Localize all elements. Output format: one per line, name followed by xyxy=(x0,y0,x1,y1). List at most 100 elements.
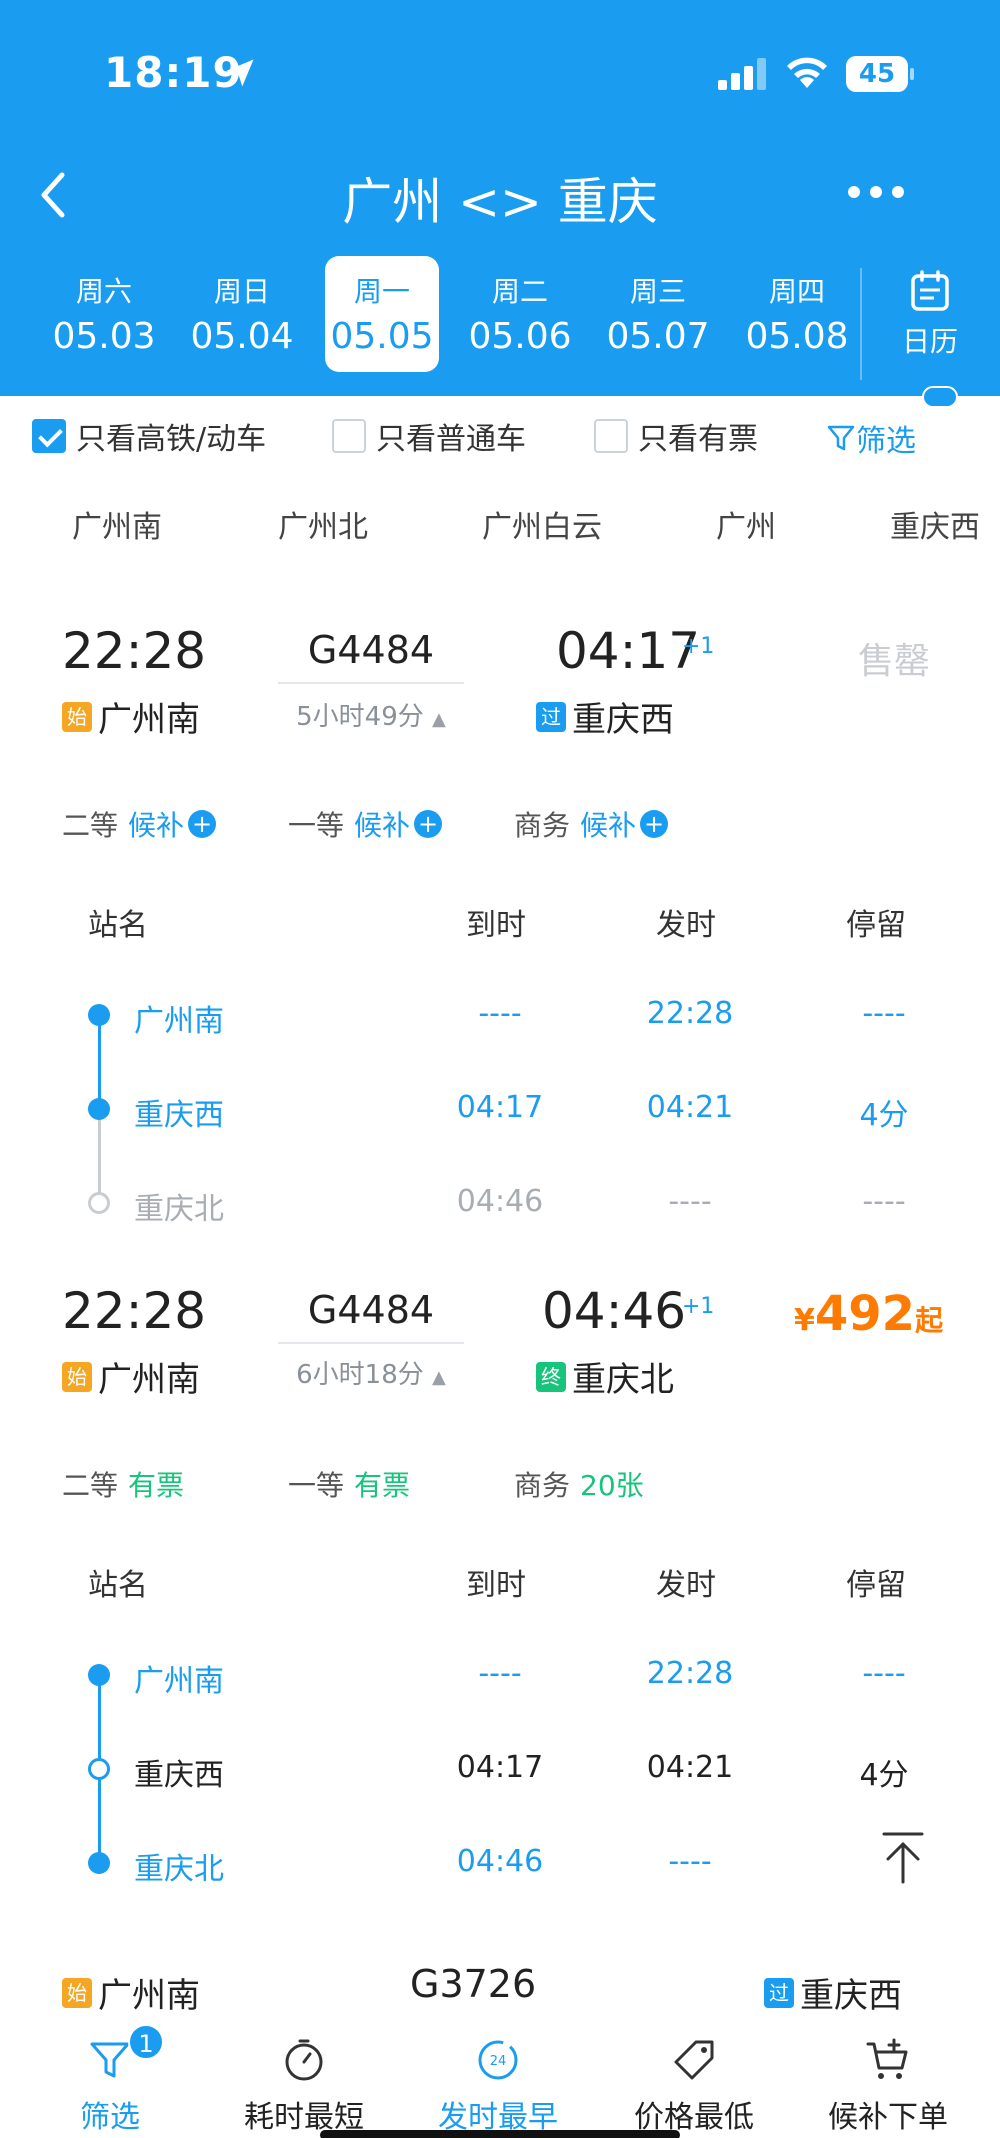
station-chip[interactable]: 广州 xyxy=(716,502,776,546)
wifi-icon xyxy=(787,57,827,88)
calendar-label: 日历 xyxy=(901,325,958,358)
date-tab[interactable]: 周日 05.04 xyxy=(185,256,299,372)
day-offset: +1 xyxy=(682,1294,715,1319)
sort-earliest-tab[interactable]: 24 发时最早 xyxy=(398,2010,598,2138)
calendar-icon xyxy=(911,270,949,311)
duration[interactable]: 6小时18分 ▲ xyxy=(278,1354,464,1391)
seat-availability: 二等 有票 一等 有票 商务 20张 xyxy=(62,1464,962,1504)
date-tab-date: 05.06 xyxy=(468,316,572,357)
date-tab-selected[interactable]: 周一 05.05 xyxy=(325,256,439,372)
stop-name: 广州南 xyxy=(134,1004,224,1039)
departure-time: 22:28 xyxy=(62,1282,207,1340)
pass-tag: 过 xyxy=(536,701,566,732)
stops-table-header: 站名 到时 发时 停留 xyxy=(0,1560,1000,1610)
screen-filter-button[interactable]: 筛选 xyxy=(826,416,916,460)
price-amount: 492 xyxy=(814,1286,916,1342)
plus-circle-icon[interactable]: + xyxy=(414,810,443,838)
origin-station-name: 广州南 xyxy=(98,700,200,740)
seat-class-name: 商务 xyxy=(514,809,571,842)
price-currency: ¥ xyxy=(794,1303,815,1338)
high-speed-only-checkbox[interactable]: 只看高铁/动车 xyxy=(32,416,266,457)
train-card[interactable]: 始 广州南 G3726 过 重庆西 xyxy=(0,1962,1000,2016)
stop-name: 重庆北 xyxy=(134,1192,224,1227)
waitlist-order-tab[interactable]: 候补下单 xyxy=(788,2010,988,2138)
seat-status: 候补 xyxy=(128,809,185,842)
seat-status: 有票 xyxy=(128,1469,185,1502)
seat-status: 20张 xyxy=(580,1469,644,1502)
plus-circle-icon[interactable]: + xyxy=(188,810,217,838)
filter-count-badge: 1 xyxy=(128,2024,164,2060)
station-chip[interactable]: 广州白云 xyxy=(482,502,602,546)
date-tab-date: 05.03 xyxy=(52,316,156,357)
battery-percent: 45 xyxy=(858,59,896,89)
stop-stay: 4分 xyxy=(859,1758,909,1793)
stop-stay: ---- xyxy=(862,1184,906,1219)
more-options-button[interactable] xyxy=(848,180,904,204)
departure-time: 22:28 xyxy=(62,622,207,680)
stop-depart: 04:21 xyxy=(646,1750,734,1785)
dot xyxy=(848,186,860,198)
train-number: G4484 xyxy=(307,628,435,672)
date-tab-date: 05.04 xyxy=(190,316,294,357)
price-tag-icon xyxy=(674,2040,714,2080)
seat-class[interactable]: 二等 有票 xyxy=(62,1464,184,1504)
station-chip[interactable]: 重庆西 xyxy=(890,502,980,546)
seat-class[interactable]: 一等 有票 xyxy=(288,1464,410,1504)
normal-train-only-checkbox[interactable]: 只看普通车 xyxy=(332,416,526,457)
back-to-top-icon[interactable] xyxy=(878,1828,928,1888)
date-tab[interactable]: 周六 05.03 xyxy=(47,256,161,372)
filter-tab-label: 筛选 xyxy=(80,2100,140,2135)
battery-tip xyxy=(910,68,914,80)
waitlist-order-label: 候补下单 xyxy=(828,2100,948,2135)
date-tab[interactable]: 周四 05.08 xyxy=(740,256,854,372)
back-arrow-icon[interactable] xyxy=(30,165,80,225)
stop-stay: 4分 xyxy=(859,1098,909,1133)
date-tab-weekday: 周三 xyxy=(629,275,686,308)
date-tab[interactable]: 周二 05.06 xyxy=(463,256,577,372)
terminal-tag: 终 xyxy=(536,1361,566,1392)
destination-station-name: 重庆北 xyxy=(572,1360,674,1400)
plus-circle-icon[interactable]: + xyxy=(640,810,669,838)
seat-class[interactable]: 二等 候补 + xyxy=(62,804,217,844)
calendar-button[interactable]: 日历 xyxy=(880,266,980,366)
location-arrow-icon xyxy=(226,59,254,87)
stop-depart: ---- xyxy=(668,1184,712,1219)
origin-station: 始 广州南 xyxy=(62,1352,200,1401)
duration[interactable]: 5小时49分 ▲ xyxy=(278,696,464,733)
stops-table-header: 站名 到时 发时 停留 xyxy=(0,900,1000,950)
train-card[interactable]: 22:28 G4484 6小时18分 ▲ 04:46 +1 ¥492起 始 广州… xyxy=(0,1280,1000,1887)
checkbox-unchecked-icon xyxy=(332,419,366,453)
stop-name: 重庆西 xyxy=(134,1098,224,1133)
train-number: G4484 xyxy=(307,1288,435,1332)
filter-row: 只看高铁/动车 只看普通车 只看有票 筛选 xyxy=(0,404,1000,464)
col-arrive: 到时 xyxy=(466,1568,526,1603)
arrival-time: 04:17 xyxy=(556,622,701,680)
station-chip[interactable]: 广州南 xyxy=(72,502,162,546)
sort-cheapest-tab[interactable]: 价格最低 xyxy=(594,2010,794,2138)
date-tab-date: 05.08 xyxy=(745,316,849,357)
divider xyxy=(860,268,862,380)
sort-shortest-tab[interactable]: 耗时最短 xyxy=(204,2010,404,2138)
origin-station: 始 广州南 xyxy=(62,692,200,741)
seat-class[interactable]: 一等 候补 + xyxy=(288,804,443,844)
date-tab-date: 05.05 xyxy=(330,316,434,357)
col-station: 站名 xyxy=(88,1568,148,1603)
available-only-checkbox[interactable]: 只看有票 xyxy=(594,416,758,457)
cart-plus-icon xyxy=(866,2038,908,2079)
price-suffix: 起 xyxy=(915,1304,944,1337)
sold-out-status: 售罄 xyxy=(858,641,931,682)
col-station: 站名 xyxy=(88,908,148,943)
seat-status: 候补 xyxy=(580,809,637,842)
station-chip[interactable]: 广州北 xyxy=(278,502,368,546)
filter-tab[interactable]: 1 筛选 xyxy=(10,2010,210,2138)
col-arrive: 到时 xyxy=(466,908,526,943)
stop-depart: 04:21 xyxy=(646,1090,734,1125)
seat-class[interactable]: 商务 20张 xyxy=(514,1464,644,1504)
train-card[interactable]: 22:28 G4484 5小时49分 ▲ 04:17 +1 售罄 始 广州南 过… xyxy=(0,620,1000,1227)
stop-arrive: 04:17 xyxy=(456,1090,544,1125)
date-tab[interactable]: 周三 05.07 xyxy=(601,256,715,372)
duration-text: 6小时18分 xyxy=(296,1360,424,1390)
destination-station: 终 重庆北 xyxy=(536,1352,674,1401)
seat-class[interactable]: 商务 候补 + xyxy=(514,804,669,844)
origin-tag: 始 xyxy=(62,701,92,732)
